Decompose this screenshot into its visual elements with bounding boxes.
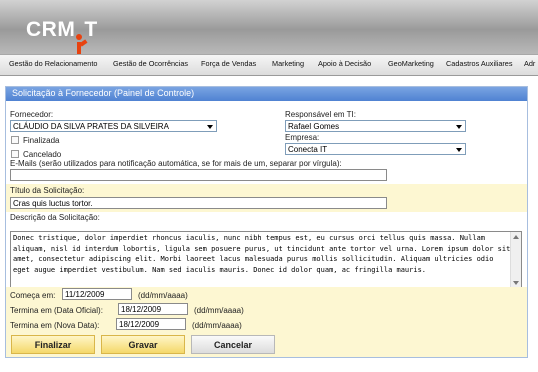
control-panel: Solicitação à Fornecedor (Painel de Cont… — [5, 86, 528, 358]
comeca-format-hint: (dd/mm/aaaa) — [138, 291, 188, 300]
action-bar: Finalizar Gravar Cancelar — [6, 331, 527, 357]
chevron-down-icon — [456, 148, 462, 152]
chevron-down-icon — [207, 125, 213, 129]
empresa-value: Conecta IT — [288, 145, 328, 154]
menu-item-gestao-ocorrencias[interactable]: Gestão de Ocorrências — [113, 59, 188, 68]
finalizar-button[interactable]: Finalizar — [11, 335, 95, 354]
termina-nova-format-hint: (dd/mm/aaaa) — [192, 321, 242, 330]
finalizada-label: Finalizada — [23, 136, 60, 145]
panel-title: Solicitação à Fornecedor (Painel de Cont… — [12, 88, 195, 98]
termina-oficial-input[interactable]: 18/12/2009 — [118, 303, 188, 315]
fornecedor-value: CLÁUDIO DA SILVA PRATES DA SILVEIRA — [13, 122, 169, 131]
descricao-label: Descrição da Solicitação: — [10, 213, 100, 222]
menu-item-geomarketing[interactable]: GeoMarketing — [388, 59, 434, 68]
crmit-logo: CRM T — [26, 18, 98, 56]
main-menu: Gestão do Relacionamento Gestão de Ocorr… — [0, 54, 538, 76]
app-header: CRM T — [0, 0, 538, 56]
panel-title-bar: Solicitação à Fornecedor (Painel de Cont… — [6, 87, 527, 101]
comeca-input[interactable]: 11/12/2009 — [62, 288, 132, 300]
comeca-label: Começa em: — [10, 291, 56, 300]
descricao-scrollbar[interactable] — [510, 232, 521, 288]
menu-item-adr[interactable]: Adr — [524, 59, 535, 68]
responsavel-label: Responsável em TI: — [285, 110, 356, 119]
gravar-button[interactable]: Gravar — [101, 335, 185, 354]
menu-item-cadastros-auxiliares[interactable]: Cadastros Auxiliares — [446, 59, 513, 68]
responsavel-value: Rafael Gomes — [288, 122, 340, 131]
chevron-down-icon — [456, 125, 462, 129]
termina-oficial-format-hint: (dd/mm/aaaa) — [194, 306, 244, 315]
descricao-textarea[interactable]: Donec tristique, dolor imperdiet rhoncus… — [10, 231, 522, 289]
fornecedor-select[interactable]: CLÁUDIO DA SILVA PRATES DA SILVEIRA — [10, 120, 217, 132]
termina-nova-input[interactable]: 18/12/2009 — [116, 318, 186, 330]
fornecedor-label: Fornecedor: — [10, 110, 54, 119]
finalizada-checkbox[interactable] — [11, 136, 19, 144]
cancelado-checkbox[interactable] — [11, 150, 19, 158]
menu-item-forca-vendas[interactable]: Força de Vendas — [201, 59, 256, 68]
empresa-label: Empresa: — [285, 133, 320, 142]
termina-nova-label: Termina em (Nova Data): — [10, 321, 100, 330]
menu-item-gestao-relacionamento[interactable]: Gestão do Relacionamento — [9, 59, 97, 68]
titulo-input[interactable]: Cras quis luctus tortor. — [10, 197, 387, 209]
emails-input[interactable] — [10, 169, 387, 181]
termina-oficial-label: Termina em (Data Oficial): — [10, 306, 103, 315]
logo-suffix: T — [84, 18, 98, 41]
scroll-down-icon[interactable] — [513, 281, 519, 285]
cancelado-label: Cancelado — [23, 150, 62, 159]
menu-item-apoio-decisao[interactable]: Apoio à Decisão — [318, 59, 371, 68]
empresa-select[interactable]: Conecta IT — [285, 143, 466, 155]
cancelar-button[interactable]: Cancelar — [191, 335, 275, 354]
titulo-label: Título da Solicitação: — [10, 186, 85, 195]
menu-item-marketing[interactable]: Marketing — [272, 59, 304, 68]
responsavel-select[interactable]: Rafael Gomes — [285, 120, 466, 132]
logo-text: CRM — [26, 18, 76, 41]
scroll-up-icon[interactable] — [513, 235, 519, 239]
descricao-text: Donec tristique, dolor imperdiet rhoncus… — [13, 234, 511, 274]
emails-label: E-Mails (serão utilizados para notificaç… — [10, 159, 342, 168]
